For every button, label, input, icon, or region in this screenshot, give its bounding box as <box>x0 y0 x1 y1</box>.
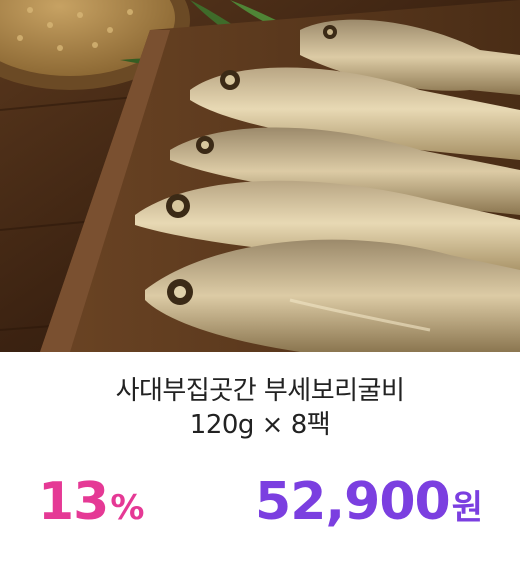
discount-value: 13 <box>38 472 109 532</box>
price-value: 52,900 <box>255 472 451 532</box>
product-card[interactable]: 사대부집곳간 부세보리굴비 120g × 8팩 13% 52,900원 <box>0 0 520 567</box>
discount-unit: % <box>110 488 144 528</box>
product-option: 120g × 8팩 <box>189 410 331 440</box>
product-image[interactable] <box>0 0 520 352</box>
discount-rate: 13% <box>38 472 144 538</box>
sale-price: 52,900원 <box>255 472 483 538</box>
fish-photo-illustration <box>0 0 520 352</box>
price-unit: 원 <box>451 488 483 528</box>
product-title[interactable]: 사대부집곳간 부세보리굴비 <box>0 376 520 406</box>
